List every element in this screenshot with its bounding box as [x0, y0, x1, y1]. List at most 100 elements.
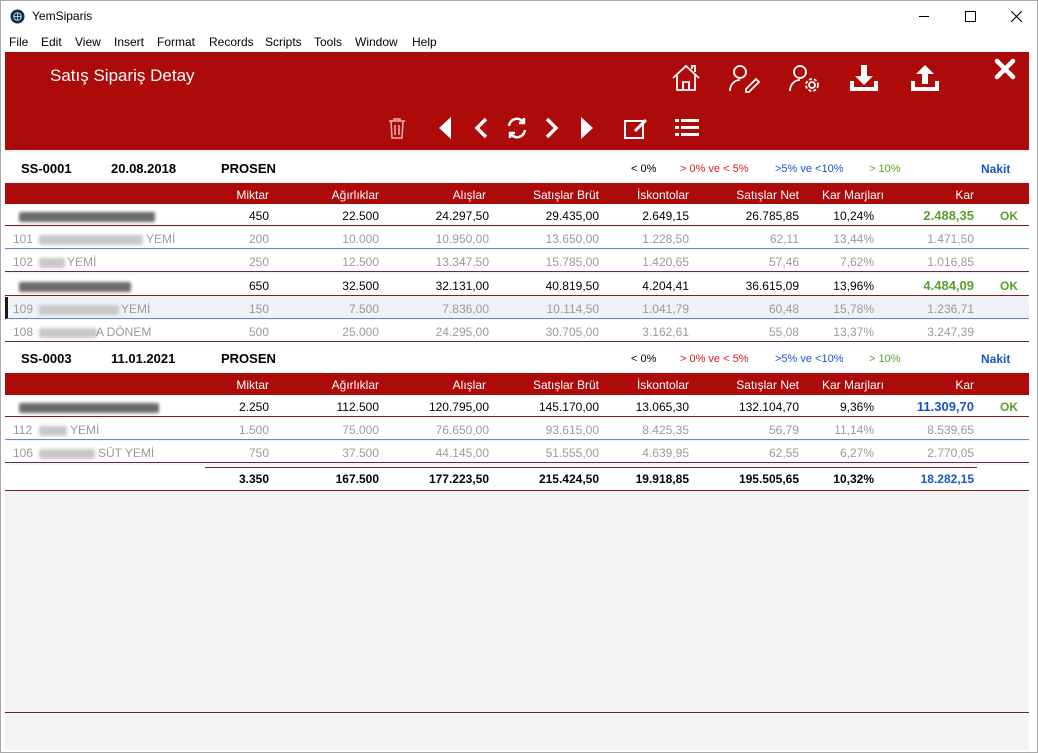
cell-marj: 15,78% — [833, 302, 874, 316]
edit-record-button[interactable] — [622, 115, 650, 141]
status-ok: OK — [1000, 209, 1018, 223]
cell-iskonto: 1.041,79 — [642, 302, 689, 316]
download-button[interactable] — [847, 62, 881, 94]
table-row[interactable]: 450 22.500 24.297,50 29.435,00 2.649,15 … — [5, 204, 1029, 226]
page-header: Satış Sipariş Detay — [5, 52, 1029, 150]
order-date: 20.08.2018 — [111, 161, 177, 176]
cell-kar: 2.488,35 — [923, 208, 974, 223]
list-view-button[interactable] — [673, 115, 701, 141]
home-button[interactable] — [669, 62, 703, 94]
table-row[interactable]: 2.250 112.500 120.795,00 145.170,00 13.0… — [5, 395, 1029, 417]
close-page-button[interactable] — [991, 55, 1019, 83]
cell-miktar: 250 — [248, 255, 269, 269]
cell-miktar: 500 — [248, 325, 269, 339]
menu-tools[interactable]: Tools — [314, 35, 342, 49]
legend-mid: >5% ve <10% — [775, 353, 844, 365]
customer-name: PROSEN — [221, 161, 276, 176]
menu-view[interactable]: View — [75, 35, 101, 49]
product-name-suffix: YEMİ — [70, 423, 100, 437]
table-row[interactable]: 108 A DÖNEM 500 25.000 24.295,00 30.705,… — [5, 320, 1029, 342]
cell-marj: 10,24% — [833, 209, 874, 223]
table-row[interactable]: 112 YEMİ 1.500 75.000 76.650,00 93.615,0… — [5, 418, 1029, 440]
cell-marj: 7,62% — [839, 255, 874, 269]
legend-negative: < 0% — [631, 163, 657, 175]
delete-button[interactable] — [385, 115, 409, 141]
minimize-button[interactable] — [901, 1, 947, 32]
total-agirlik: 167.500 — [335, 472, 379, 486]
col-marj: Kar Marjları — [821, 188, 884, 202]
product-name-suffix: SÜT YEMİ — [98, 446, 155, 460]
cell-miktar: 1.500 — [238, 423, 269, 437]
cell-marj: 13,96% — [833, 279, 874, 293]
col-alis: Alışlar — [452, 188, 486, 202]
edit-user-button[interactable] — [727, 62, 761, 94]
next-record-button[interactable] — [542, 115, 562, 141]
cell-marj: 6,27% — [839, 446, 874, 460]
close-window-button[interactable] — [993, 1, 1038, 32]
cell-kar: 8.539,65 — [927, 423, 974, 437]
cell-kar: 11.309,70 — [916, 399, 974, 414]
previous-record-button[interactable] — [471, 115, 491, 141]
cell-iskonto: 8.425,35 — [642, 423, 689, 437]
table-row[interactable]: 650 32.500 32.131,00 40.819,50 4.204,41 … — [5, 274, 1029, 296]
total-marj: 10,32% — [833, 472, 874, 486]
refresh-button[interactable] — [503, 115, 531, 141]
cell-net: 132.104,70 — [738, 400, 799, 414]
menu-help[interactable]: Help — [412, 35, 437, 49]
menu-format[interactable]: Format — [157, 35, 195, 49]
cell-alis: 120.795,00 — [428, 400, 489, 414]
edit-icon — [624, 118, 648, 139]
first-record-button[interactable] — [435, 115, 455, 141]
order-code: SS-0003 — [21, 351, 72, 366]
menu-records[interactable]: Records — [209, 35, 254, 49]
close-icon — [1010, 11, 1022, 22]
upload-button[interactable] — [908, 62, 942, 94]
col-alis: Alışlar — [452, 378, 486, 392]
col-agirlik: Ağırlıklar — [331, 378, 379, 392]
cell-net: 62,11 — [769, 232, 799, 246]
legend-low: > 0% ve < 5% — [680, 163, 749, 175]
cell-brut: 51.555,00 — [545, 446, 599, 460]
cell-agirlik: 12.500 — [342, 255, 379, 269]
legend-high: > 10% — [869, 353, 901, 365]
last-record-button[interactable] — [577, 115, 597, 141]
product-name — [19, 400, 159, 414]
cell-iskonto: 1.228,50 — [642, 232, 689, 246]
triangle-left-icon — [439, 117, 451, 139]
cell-net: 60,48 — [768, 302, 799, 316]
cell-iskonto: 3.162,61 — [642, 325, 689, 339]
col-miktar: Miktar — [236, 378, 269, 392]
product-name-suffix: YEMİ — [146, 232, 176, 246]
menu-file[interactable]: File — [9, 35, 28, 49]
table-row[interactable]: 106 SÜT YEMİ 750 37.500 44.145,00 51.555… — [5, 441, 1029, 463]
menu-bar: File Edit View Insert Format Records Scr… — [1, 32, 1037, 52]
user-edit-icon — [729, 65, 760, 93]
col-iskonto: İskontolar — [636, 188, 689, 202]
cell-iskonto: 1.420,65 — [642, 255, 689, 269]
col-iskonto: İskontolar — [636, 378, 689, 392]
cell-agirlik: 22.500 — [342, 209, 379, 223]
total-net: 195.505,65 — [738, 472, 799, 486]
table-row[interactable]: 102 YEMİ 250 12.500 13.347,50 15.785,00 … — [5, 250, 1029, 272]
menu-insert[interactable]: Insert — [114, 35, 144, 49]
table-row[interactable]: 101 YEMİ 200 10.000 10.950,00 13.650,00 … — [5, 227, 1029, 249]
line-number: 112 — [13, 423, 33, 437]
menu-edit[interactable]: Edit — [41, 35, 62, 49]
cell-agirlik: 112.500 — [336, 400, 380, 414]
status-ok: OK — [1000, 279, 1018, 293]
cell-miktar: 2.250 — [238, 400, 269, 414]
maximize-button[interactable] — [947, 1, 993, 32]
cell-alis: 13.347,50 — [435, 255, 489, 269]
status-ok: OK — [1000, 400, 1018, 414]
user-gear-icon — [789, 65, 819, 92]
upload-icon — [911, 65, 939, 91]
table-row-selected[interactable]: 109 YEMİ 150 7.500 7.836,00 10.114,50 1.… — [5, 297, 1029, 319]
product-name — [19, 279, 131, 293]
user-settings-button[interactable] — [787, 62, 821, 94]
order-date: 11.01.2021 — [111, 351, 176, 366]
menu-window[interactable]: Window — [355, 35, 398, 49]
list-icon — [675, 119, 699, 136]
menu-scripts[interactable]: Scripts — [265, 35, 302, 49]
cell-agirlik: 37.500 — [342, 446, 379, 460]
cell-alis: 24.297,50 — [435, 209, 489, 223]
